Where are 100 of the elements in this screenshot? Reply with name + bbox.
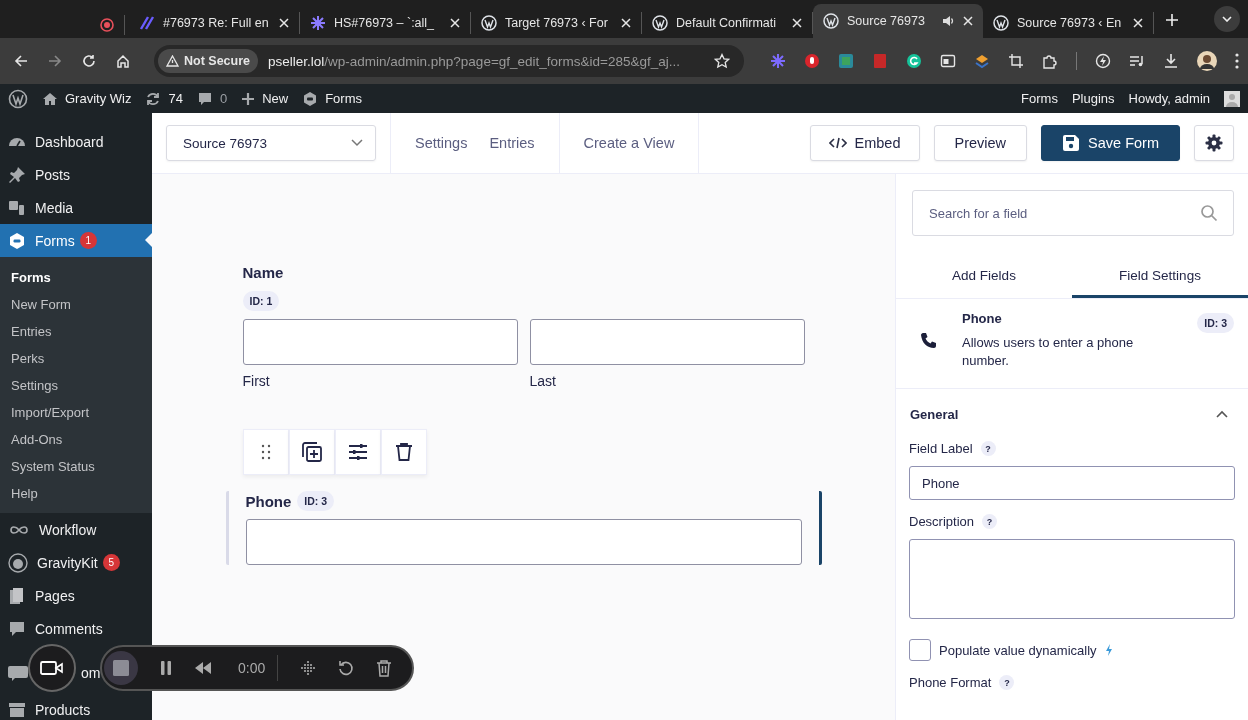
input-field[interactable]: Phone (909, 466, 1235, 500)
sidebar-item[interactable]: Comments (0, 612, 152, 645)
address-bar[interactable]: Not Secure pseller.lol/wp-admin/admin.php?page=gf_edit_forms&id=285&gf_aj... (154, 45, 744, 77)
panel-tab[interactable]: Add Fields (896, 258, 1072, 298)
sidebar-item[interactable]: Media (0, 191, 152, 224)
sidebar-item[interactable]: Products (0, 693, 152, 720)
sidebar-item[interactable]: Posts (0, 158, 152, 191)
header-link[interactable]: Create a View (583, 135, 675, 151)
input-field[interactable] (245, 519, 802, 565)
help-icon[interactable]: ? (982, 514, 998, 529)
admin-bar-item[interactable]: Forms (302, 90, 362, 107)
close-icon[interactable] (621, 18, 631, 28)
avatar-icon[interactable] (1224, 90, 1240, 107)
browser-tab[interactable]: Source 76973 ‹ En (983, 12, 1154, 34)
back-icon[interactable] (14, 54, 28, 68)
admin-bar-link[interactable]: Howdy, admin (1128, 91, 1210, 106)
tab-search-button[interactable] (1214, 6, 1240, 32)
duplicate-icon[interactable] (288, 429, 335, 475)
submenu-item[interactable]: Forms (0, 264, 152, 291)
security-badge[interactable]: Not Secure (158, 49, 258, 73)
admin-bar-item[interactable]: New (241, 91, 289, 106)
avatar-icon[interactable] (1197, 51, 1217, 71)
window-icon[interactable] (940, 53, 956, 69)
admin-bar-item[interactable]: Gravity Wiz (42, 90, 132, 107)
browser-tab[interactable]: Target 76973 ‹ For (471, 12, 642, 34)
playlist-icon[interactable] (1129, 53, 1145, 69)
sidebar-label[interactable]: om (81, 665, 101, 681)
sliders-icon[interactable] (334, 429, 381, 475)
help-icon[interactable]: ? (999, 675, 1015, 690)
preview-button[interactable]: Preview (933, 125, 1028, 161)
new-tab-icon[interactable] (1166, 14, 1178, 26)
layers-icon[interactable] (974, 53, 990, 69)
setting-label: Description (909, 514, 975, 529)
form-field[interactable]: Name ID: 1 First Last (242, 264, 805, 389)
admin-bar-item[interactable]: 0 (196, 90, 228, 107)
close-icon[interactable] (792, 18, 802, 28)
submenu-item[interactable]: Import/Export (0, 399, 152, 426)
admin-bar-item[interactable]: 74 (145, 90, 183, 107)
download-icon[interactable] (1163, 53, 1179, 69)
rewind-icon[interactable] (194, 662, 212, 674)
checkbox[interactable] (909, 639, 931, 661)
search-field[interactable]: Search for a field (912, 190, 1234, 236)
browser-tab[interactable]: Source 76973 (813, 4, 983, 38)
stop-button[interactable] (104, 651, 138, 685)
submenu-item[interactable]: Perks (0, 345, 152, 372)
hand-icon[interactable] (804, 53, 820, 69)
browser-tab[interactable]: #76973 Re: Full en (129, 12, 300, 34)
submenu-item[interactable]: Settings (0, 372, 152, 399)
forward-icon[interactable] (48, 54, 62, 68)
phone-icon (920, 331, 938, 350)
star-icon[interactable] (714, 53, 730, 69)
submenu-item[interactable]: System Status (0, 453, 152, 480)
close-icon[interactable] (450, 18, 460, 28)
close-icon[interactable] (963, 16, 973, 26)
bolt-icon[interactable] (1095, 53, 1111, 69)
reload-icon[interactable] (82, 54, 96, 68)
header-link[interactable]: Entries (489, 135, 535, 151)
input-field[interactable] (242, 319, 518, 365)
browser-tab[interactable]: HS#76973 – `:all_ (300, 12, 471, 34)
panel-tab[interactable]: Field Settings (1072, 258, 1248, 298)
close-icon[interactable] (1133, 18, 1143, 28)
wordpress-icon[interactable] (8, 88, 28, 109)
tab-title: Source 76973 (847, 14, 926, 28)
section-header[interactable]: General (896, 389, 1248, 439)
submenu-item[interactable]: Entries (0, 318, 152, 345)
input-field[interactable] (529, 319, 805, 365)
embed-button[interactable]: Embed (809, 125, 920, 161)
submenu-item[interactable]: Help (0, 480, 152, 507)
sidebar-item[interactable]: Workflow (0, 513, 152, 546)
square-icon[interactable] (838, 53, 854, 69)
puzzle-icon[interactable] (1042, 53, 1058, 69)
grid-dots-icon[interactable] (300, 660, 317, 676)
admin-bar-link[interactable]: Forms (1021, 91, 1058, 106)
home-icon[interactable] (116, 54, 130, 68)
menu-icon[interactable] (1235, 53, 1239, 69)
archive-box-icon (8, 700, 26, 719)
restart-icon[interactable] (338, 660, 355, 676)
save-button[interactable]: Save Form (1041, 125, 1180, 161)
help-icon[interactable]: ? (980, 441, 996, 456)
wordpress-icon (823, 13, 839, 29)
grammar-icon[interactable] (906, 53, 922, 69)
trash-icon[interactable] (376, 659, 393, 677)
sidebar-item[interactable]: GravityKit 5 (0, 546, 152, 579)
form-select[interactable]: Source 76973 (166, 125, 376, 161)
drag-handle-icon[interactable] (242, 429, 289, 475)
settings-button[interactable] (1194, 125, 1234, 161)
crop-icon[interactable] (1008, 53, 1024, 69)
sidebar-item[interactable]: Pages (0, 579, 152, 612)
close-icon[interactable] (279, 18, 289, 28)
burst-icon[interactable] (770, 53, 786, 69)
pause-icon[interactable] (160, 661, 172, 675)
header-link[interactable]: Settings (415, 135, 468, 151)
sidebar-item[interactable]: Forms 1 (0, 224, 152, 257)
admin-bar-link[interactable]: Plugins (1071, 91, 1115, 106)
burst-icon (310, 15, 326, 31)
form-field[interactable]: Phone ID: 3 (225, 491, 822, 565)
submenu-item[interactable]: Add-Ons (0, 426, 152, 453)
text-area[interactable] (909, 539, 1235, 619)
sidebar-item[interactable]: Dashboard (0, 125, 152, 158)
submenu-item[interactable]: New Form (0, 291, 152, 318)
